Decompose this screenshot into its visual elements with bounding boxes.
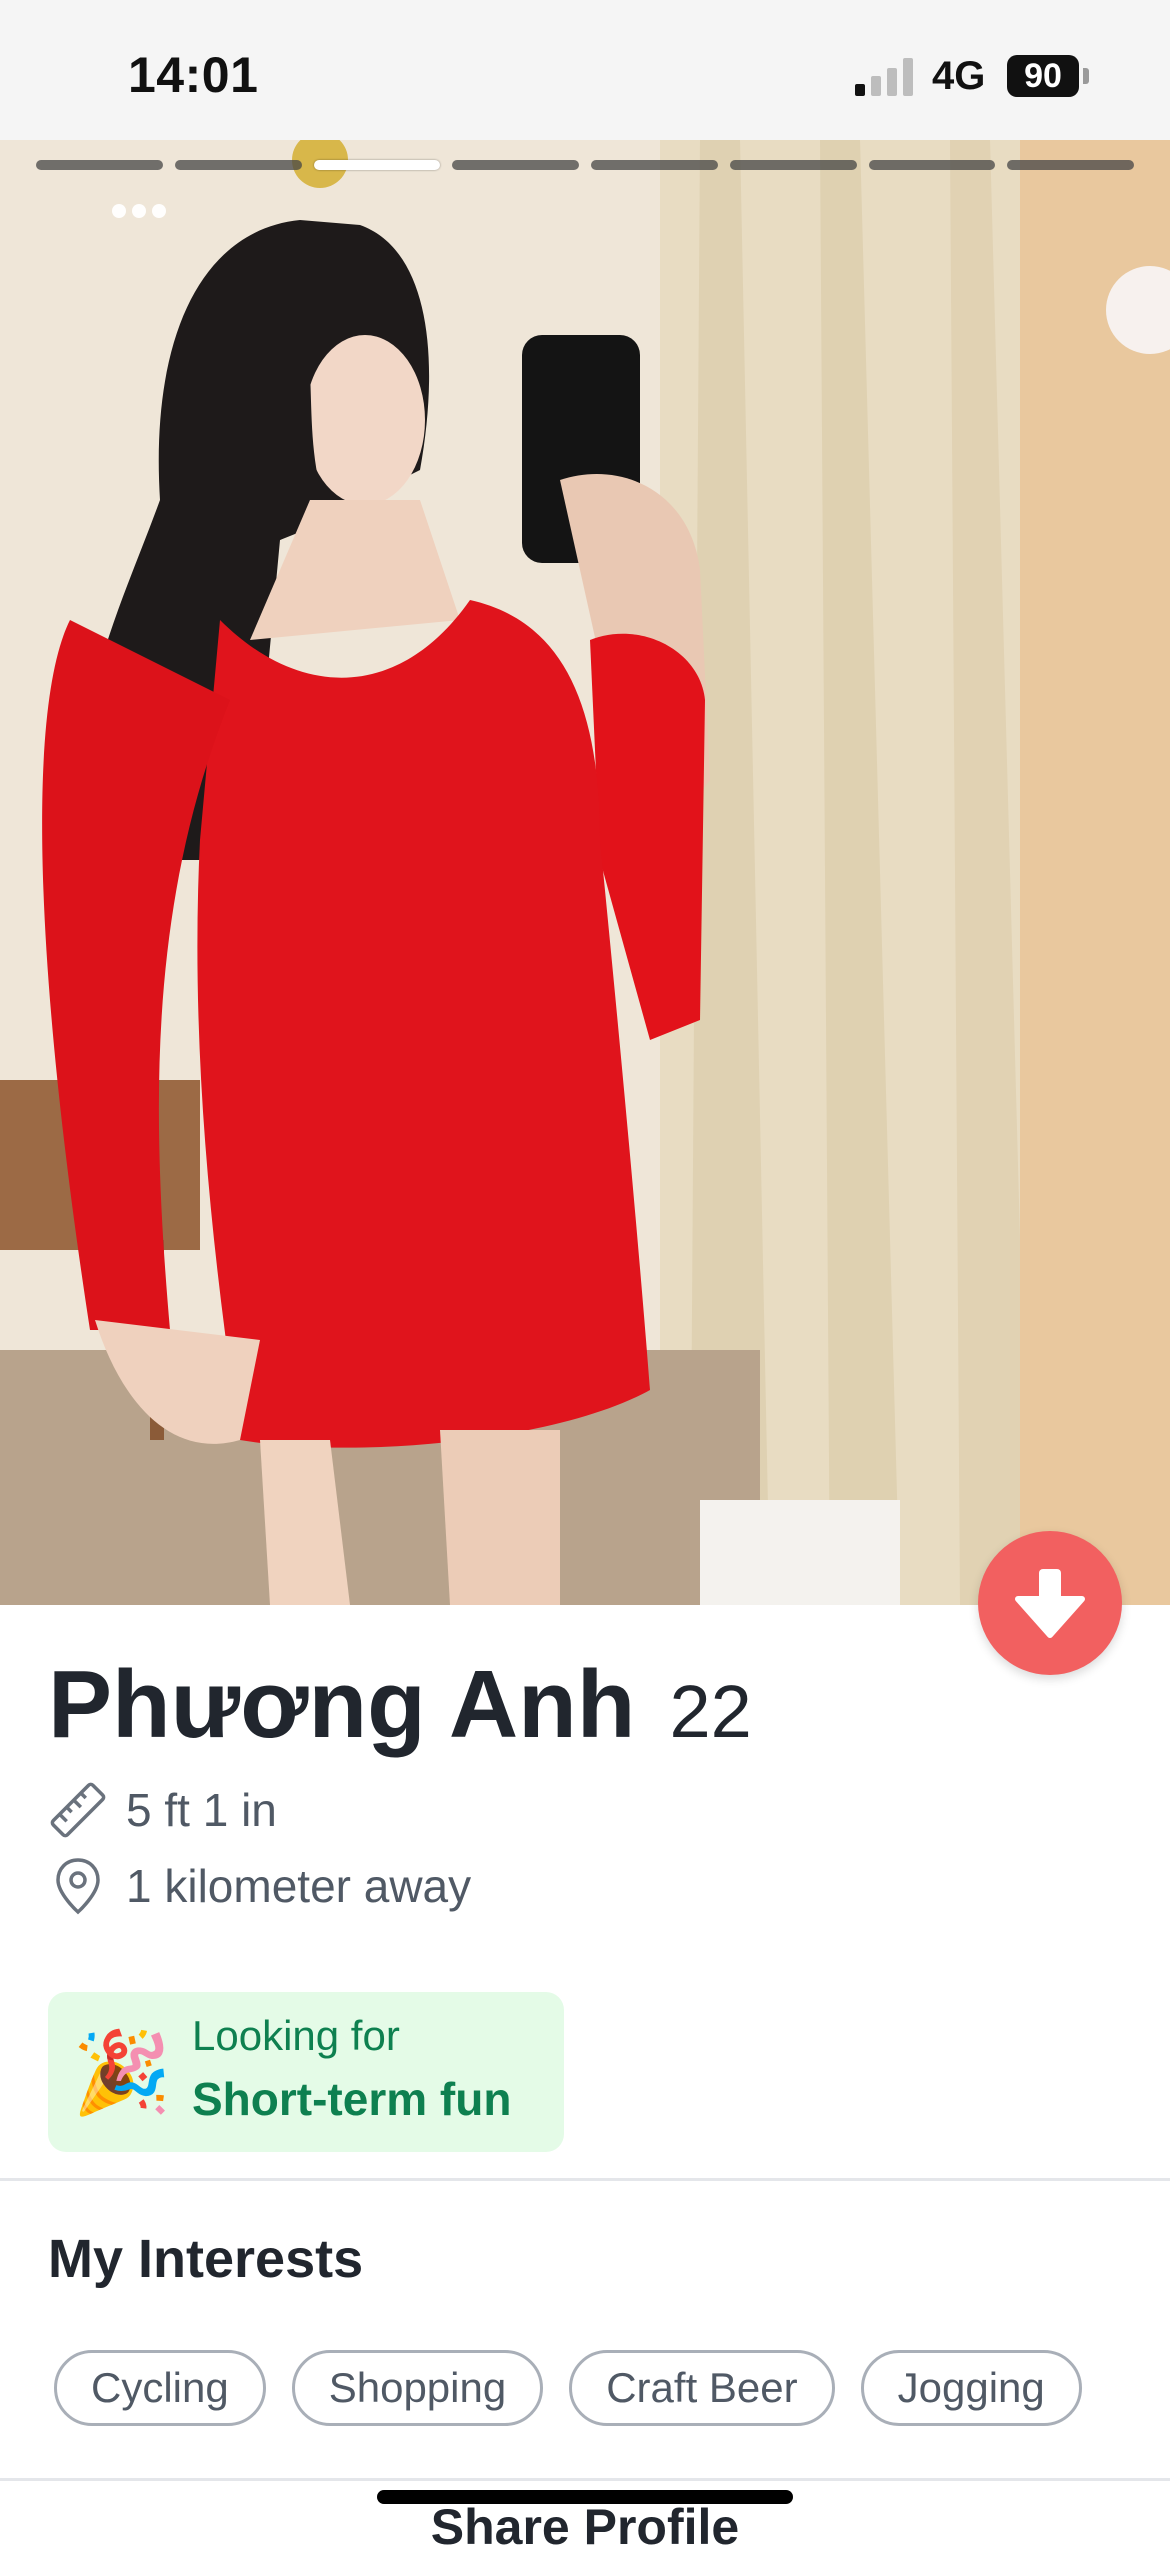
collapse-profile-button[interactable] [978, 1531, 1122, 1675]
status-bar: 14:01 4G 90 [0, 0, 1170, 140]
battery-icon: 90 [1007, 55, 1079, 97]
divider [0, 2178, 1170, 2181]
more-options-icon[interactable] [112, 204, 166, 220]
distance-row: 1 kilometer away [48, 1856, 471, 1916]
home-indicator[interactable] [377, 2490, 793, 2504]
looking-for-label: Looking for [192, 2012, 400, 2059]
profile-age: 22 [669, 1670, 752, 1753]
share-profile-button[interactable]: Share Profile [0, 2498, 1170, 2556]
progress-segment [452, 160, 579, 170]
location-pin-icon [56, 1858, 100, 1915]
interests-list: Cycling Shopping Craft Beer Jogging [54, 2350, 1082, 2426]
network-type: 4G [932, 54, 986, 98]
party-popper-icon: 🎉 [72, 2028, 172, 2117]
photo-progress-bar [36, 160, 1134, 170]
arrow-down-icon [1015, 1569, 1085, 1638]
progress-segment-active [313, 160, 441, 170]
progress-segment [174, 160, 302, 170]
battery-level: 90 [1024, 57, 1062, 95]
height-row: 5 ft 1 in [48, 1780, 277, 1840]
interest-chip: Cycling [54, 2350, 266, 2426]
height-text: 5 ft 1 in [126, 1784, 277, 1836]
profile-name: Phương Anh [48, 1651, 636, 1758]
progress-segment [1007, 160, 1134, 170]
ruler-icon [50, 1782, 106, 1838]
progress-segment [36, 160, 163, 170]
progress-segment [729, 160, 857, 170]
profile-header: Phương Anh 22 [48, 1650, 752, 1760]
progress-segment [868, 160, 996, 170]
interest-chip: Craft Beer [569, 2350, 835, 2426]
interest-chip: Shopping [291, 2350, 544, 2426]
cellular-signal-icon [855, 58, 915, 96]
looking-for-card: 🎉 Looking for Short-term fun [48, 1992, 564, 2152]
interests-heading: My Interests [48, 2229, 364, 2289]
battery-tip [1083, 68, 1089, 84]
distance-text: 1 kilometer away [126, 1860, 472, 1912]
profile-photo[interactable] [0, 140, 1170, 1605]
divider [0, 2478, 1170, 2481]
photo-illustration [0, 140, 1170, 1605]
interest-chip: Jogging [860, 2350, 1082, 2426]
looking-for-value: Short-term fun [192, 2073, 512, 2125]
status-time: 14:01 [128, 47, 259, 103]
progress-segment [591, 160, 718, 170]
